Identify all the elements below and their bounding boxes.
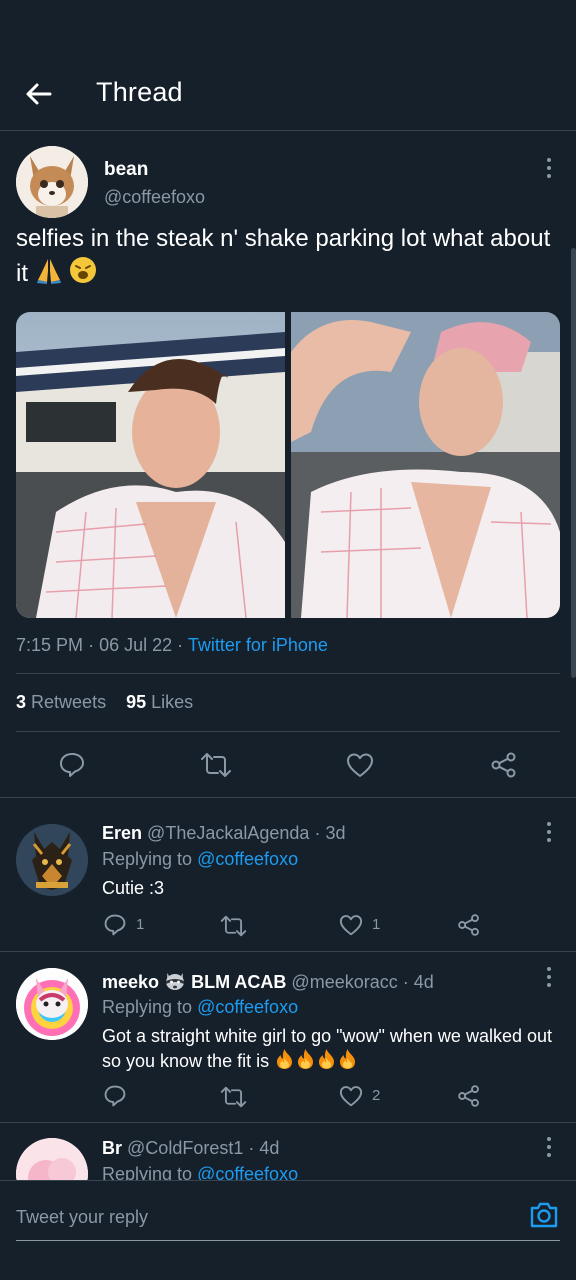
tweet-photo-1[interactable] (16, 312, 285, 618)
page-title: Thread (96, 77, 183, 107)
replying-to: Replying to @coffeefoxo (102, 849, 298, 870)
fire-emoji (316, 1048, 337, 1076)
reply-author-name[interactable]: Eren (102, 823, 142, 843)
more-icon[interactable] (539, 963, 559, 991)
meta-separator: · (177, 635, 188, 655)
reply-author-handle[interactable]: @ColdForest1 (127, 1138, 243, 1158)
author-handle[interactable]: @coffeefoxo (104, 187, 205, 208)
likes-count[interactable]: 95 (126, 692, 146, 712)
divider (0, 797, 576, 798)
reply-author-handle[interactable]: @meekoracc (291, 972, 397, 992)
share-icon[interactable] (457, 1084, 481, 1113)
tweet-text: selfies in the steak n' shake parking lo… (16, 222, 556, 294)
reply-text: Got a straight white girl to go "wow" wh… (102, 1024, 552, 1076)
meta-separator: · (88, 635, 100, 655)
like-icon[interactable] (339, 914, 363, 941)
reply-composer (0, 1180, 576, 1280)
reply-author-name-suffix[interactable]: BLM ACAB (191, 972, 286, 992)
reply-icon[interactable] (103, 913, 127, 942)
retweets-count[interactable]: 3 (16, 692, 26, 712)
tweet-meta: 7:15 PM · 06 Jul 22 · Twitter for iPhone (16, 635, 328, 656)
like-icon[interactable] (346, 752, 374, 783)
share-icon[interactable] (490, 751, 518, 784)
reply-author-name[interactable]: Br (102, 1138, 122, 1158)
tweet-source-link[interactable]: Twitter for iPhone (188, 635, 328, 655)
author-avatar[interactable] (16, 146, 88, 218)
divider (0, 951, 576, 952)
reply-author-name[interactable]: meeko (102, 972, 159, 992)
reply-header: Br @ColdForest1 · 4d (102, 1138, 279, 1159)
reply-header: meeko BLM ACAB @meekoracc · 4d (102, 971, 434, 996)
reply-avatar[interactable] (16, 968, 88, 1040)
retweets-label[interactable]: Retweets (31, 692, 106, 712)
reply-avatar[interactable] (16, 824, 88, 896)
divider (16, 731, 560, 732)
reply-text: Cutie :3 (102, 878, 165, 898)
retweet-icon[interactable] (220, 914, 247, 943)
replying-to-label: Replying to (102, 849, 193, 869)
share-icon[interactable] (457, 913, 481, 942)
retweet-icon[interactable] (200, 751, 232, 784)
meta-separator: · (402, 972, 414, 992)
more-icon[interactable] (539, 154, 559, 182)
meta-separator: · (248, 1138, 260, 1158)
replying-to-label: Replying to (102, 997, 193, 1017)
more-icon[interactable] (539, 1133, 559, 1161)
reply-time: 4d (413, 972, 434, 992)
divider (0, 1122, 576, 1123)
divider (16, 673, 560, 674)
reply-icon[interactable] (58, 751, 86, 784)
back-arrow-icon[interactable] (22, 78, 54, 110)
fire-emoji (295, 1048, 316, 1076)
author-name[interactable]: bean (104, 159, 148, 181)
like-count: 2 (372, 1087, 381, 1104)
top-bar: Thread (0, 0, 576, 131)
retweet-icon[interactable] (220, 1085, 247, 1114)
praying-hands-emoji (35, 256, 63, 294)
replying-to: Replying to @coffeefoxo (102, 997, 298, 1018)
reply-input[interactable] (16, 1201, 506, 1233)
reply-time: 3d (325, 823, 346, 843)
replying-to-handle[interactable]: @coffeefoxo (197, 849, 298, 869)
camera-icon[interactable] (528, 1199, 560, 1231)
reply-count: 1 (136, 916, 145, 933)
more-icon[interactable] (539, 818, 559, 846)
raccoon-emoji (164, 971, 186, 996)
tweet-stats: 3 Retweets 95 Likes (16, 692, 193, 713)
replying-to-handle[interactable]: @coffeefoxo (197, 997, 298, 1017)
weary-face-emoji (69, 256, 97, 294)
tweet-time: 7:15 PM (16, 635, 84, 655)
likes-label[interactable]: Likes (151, 692, 193, 712)
tweet-photo-2[interactable] (291, 312, 560, 618)
fire-emoji (337, 1048, 358, 1076)
scrollbar[interactable] (571, 248, 576, 678)
like-count: 1 (372, 916, 381, 933)
like-icon[interactable] (339, 1085, 363, 1112)
reply-time: 4d (259, 1138, 280, 1158)
meta-separator: · (314, 823, 326, 843)
reply-header: Eren @TheJackalAgenda · 3d (102, 823, 345, 844)
reply-icon[interactable] (103, 1084, 127, 1113)
tweet-date: 06 Jul 22 (99, 635, 173, 655)
reply-author-handle[interactable]: @TheJackalAgenda (147, 823, 309, 843)
input-underline (16, 1240, 560, 1241)
fire-emoji (274, 1048, 295, 1076)
